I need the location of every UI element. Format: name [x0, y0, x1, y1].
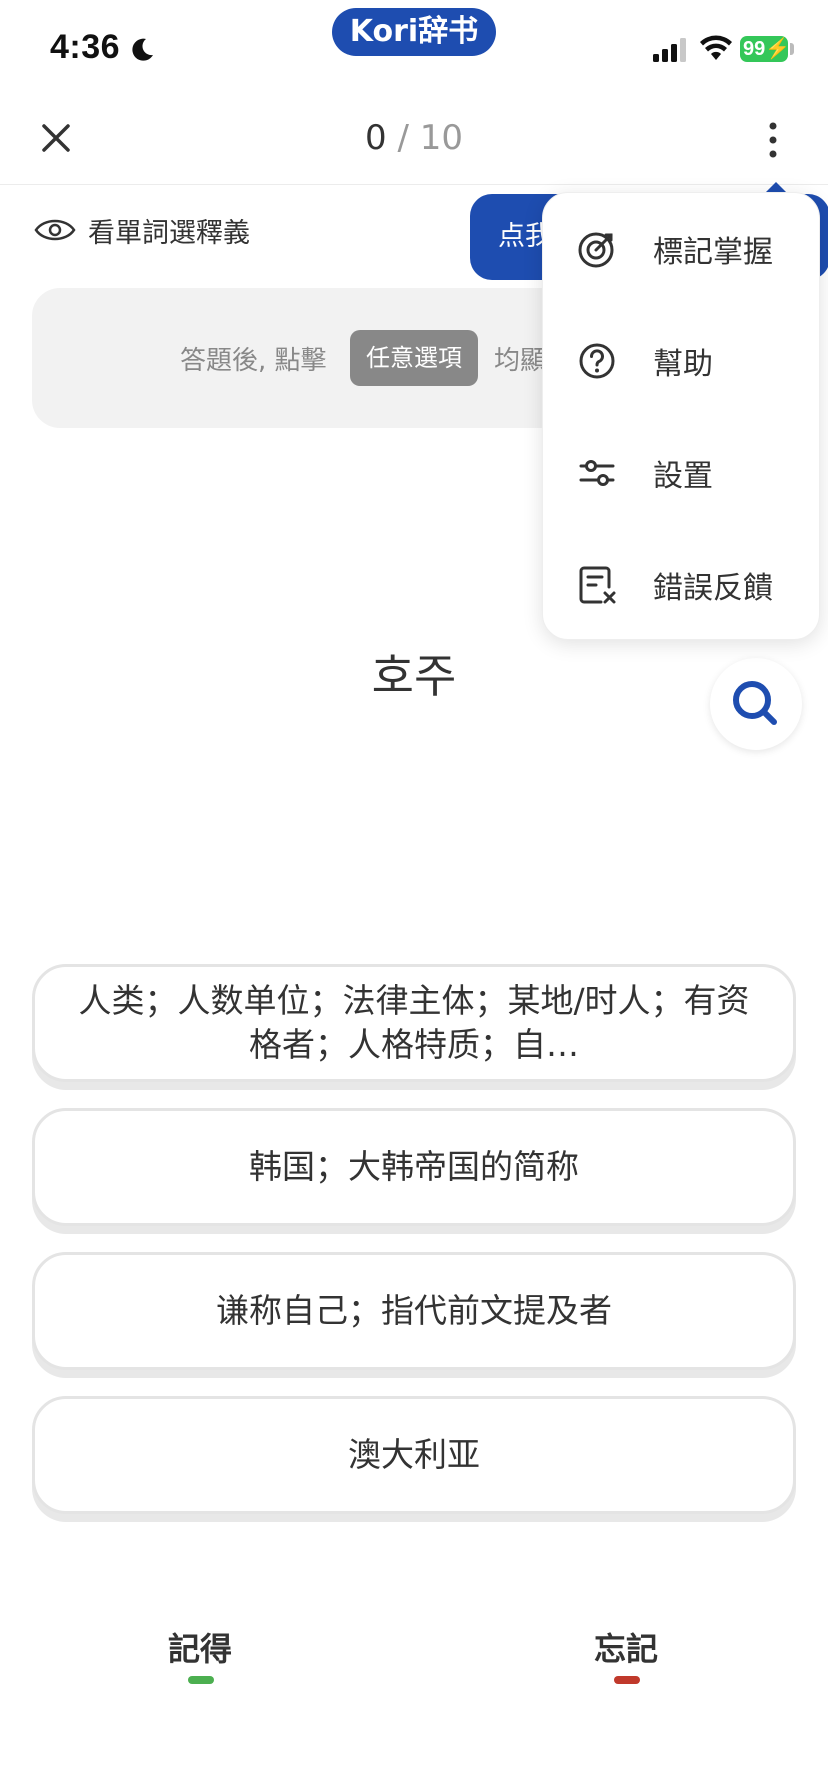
progress-current: 0: [365, 118, 387, 158]
answer-option-4[interactable]: 澳大利亚: [32, 1396, 796, 1514]
menu-item-label: 幫助: [653, 347, 713, 382]
answer-option-1[interactable]: 人类；人数单位；法律主体；某地/时人；有资格者；人格特质；自…: [32, 964, 796, 1082]
menu-item-label: 標記掌握: [653, 235, 773, 270]
sliders-icon: [579, 460, 615, 486]
moon-icon: [132, 38, 153, 61]
hint-text-left: 答題後, 點擊: [180, 346, 327, 376]
target-icon: [578, 232, 614, 268]
top-bar: 0 / 10: [0, 90, 828, 185]
mode-toggle-label: 看單詞選釋義: [88, 217, 250, 249]
quiz-word: 호주: [371, 649, 457, 703]
forget-indicator: [614, 1676, 640, 1684]
status-time: 4:36: [50, 28, 121, 66]
report-icon: [579, 566, 616, 604]
progress-separator: /: [386, 118, 420, 158]
eye-icon: [34, 219, 76, 241]
menu-item-label: 錯誤反饋: [653, 571, 773, 606]
remember-indicator: [188, 1676, 214, 1684]
menu-item-report-error[interactable]: 錯誤反饋: [543, 529, 821, 641]
menu-item-settings[interactable]: 設置: [543, 417, 821, 529]
forget-button[interactable]: 忘記: [546, 1624, 706, 1670]
answer-option-3[interactable]: 谦称自己；指代前文提及者: [32, 1252, 796, 1370]
hint-text-right: 均顯: [494, 346, 547, 376]
battery-level: 99: [743, 38, 766, 60]
menu-item-help[interactable]: 幫助: [543, 305, 821, 417]
charging-bolt-icon: ⚡: [765, 38, 791, 60]
brand-logo: Kori辞书: [332, 8, 496, 56]
progress-counter: 0 / 10: [0, 118, 828, 158]
cellular-signal-icon: [653, 38, 686, 62]
battery-indicator: 99⚡: [740, 36, 791, 62]
answer-option-2[interactable]: 韩国；大韩帝国的简称: [32, 1108, 796, 1226]
mode-toggle[interactable]: 看單詞選釋義: [34, 210, 250, 250]
more-vertical-icon[interactable]: [758, 120, 788, 160]
search-icon: [733, 681, 777, 725]
hint-chip: 任意選項: [350, 330, 478, 386]
wifi-icon: [700, 35, 732, 60]
overflow-menu: 標記掌握 幫助 設置 錯誤反饋: [542, 192, 820, 640]
search-button[interactable]: [710, 658, 802, 750]
menu-item-mark-mastered[interactable]: 標記掌握: [543, 193, 821, 305]
progress-total: 10: [419, 118, 463, 158]
remember-button[interactable]: 記得: [120, 1624, 280, 1670]
help-icon: [579, 343, 615, 379]
battery-tip: [790, 43, 794, 55]
menu-item-label: 設置: [653, 459, 713, 494]
status-bar: 4:36 Kori辞书 99⚡: [0, 0, 828, 90]
